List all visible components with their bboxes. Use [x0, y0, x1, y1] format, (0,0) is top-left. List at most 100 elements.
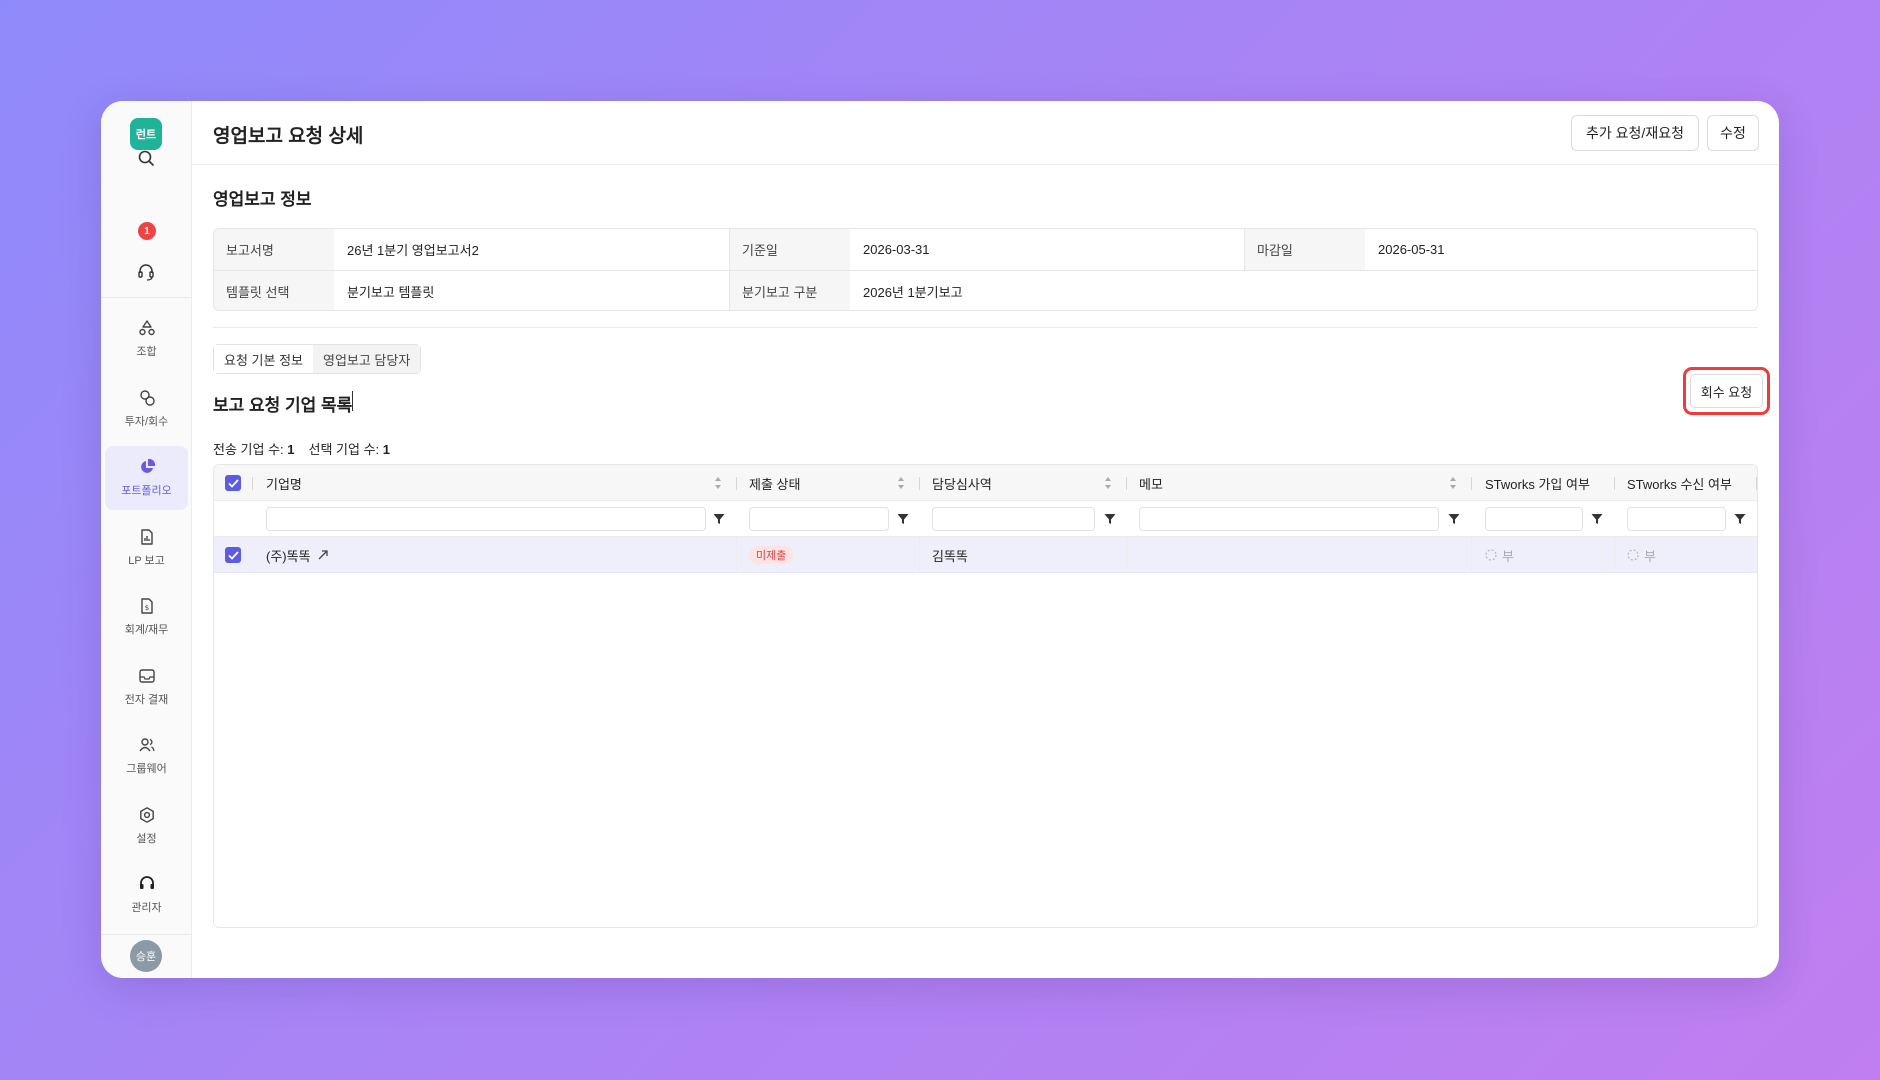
sidebar-item-label: 회계/재무 — [124, 624, 169, 636]
header-separator — [252, 477, 253, 490]
sidebar-item-investment[interactable]: 투자/회수 — [105, 377, 188, 441]
filter-icon[interactable] — [1734, 513, 1746, 525]
reviewer-cell: 김똑똑 — [932, 548, 968, 564]
sidebar-item-settings[interactable]: 설정 — [105, 794, 188, 858]
col-memo-header[interactable]: 메모 — [1139, 465, 1163, 501]
notification-badge[interactable]: 1 — [138, 222, 156, 240]
column-separator — [1126, 537, 1127, 573]
joined-value: 부 — [1502, 548, 1514, 564]
grid-header: 기업명 제출 상태 담당심사역 메모 STworks 가입 여부 STworks… — [214, 465, 1757, 501]
table-row[interactable]: (주)똑똑 미제출 김똑똑 부 부 — [214, 537, 1757, 573]
received-cell: 부 — [1627, 537, 1656, 573]
company-filter-input[interactable] — [266, 507, 706, 531]
header-separator — [1614, 477, 1615, 490]
sidebar-item-admin[interactable]: 관리자 — [105, 863, 188, 927]
recall-highlight: 회수 요청 — [1683, 367, 1770, 415]
search-icon[interactable] — [131, 143, 161, 173]
sidebar-item-label: LP 보고 — [128, 555, 165, 567]
header-separator — [1756, 477, 1757, 490]
external-link-icon[interactable] — [317, 549, 329, 561]
sort-icon[interactable] — [897, 476, 905, 490]
received-value: 부 — [1644, 548, 1656, 564]
sidebar-item-label: 포트폴리오 — [121, 485, 172, 497]
info-label: 분기보고 구분 — [730, 271, 850, 310]
recall-request-button[interactable]: 회수 요청 — [1689, 374, 1764, 408]
status-filter-input[interactable] — [749, 507, 889, 531]
sidebar: 런트 1 조합 투자/회수 포트폴리오 LP 보고 $ 회계/재무 전자 결재 … — [101, 101, 192, 978]
col-received-header[interactable]: STworks 수신 여부 — [1627, 465, 1732, 501]
svg-text:$: $ — [144, 604, 148, 612]
inbox-icon — [138, 669, 155, 683]
header-separator — [736, 477, 737, 490]
joined-filter-input[interactable] — [1485, 507, 1583, 531]
sidebar-item-fund[interactable]: 조합 — [105, 307, 188, 371]
app-window: 런트 1 조합 투자/회수 포트폴리오 LP 보고 $ 회계/재무 전자 결재 … — [101, 101, 1779, 978]
sidebar-divider — [101, 297, 192, 298]
finance-file-icon: $ — [140, 598, 153, 614]
page-title: 영업보고 요청 상세 — [213, 126, 364, 147]
header-separator — [919, 477, 920, 490]
check-icon — [227, 478, 239, 488]
sort-icon[interactable] — [1104, 476, 1112, 490]
admin-headset-icon — [139, 876, 154, 889]
info-row: 보고서명 26년 1분기 영업보고서2 기준일 2026-03-31 마감일 2… — [214, 229, 1757, 270]
report-file-icon — [140, 529, 153, 545]
received-filter-input[interactable] — [1627, 507, 1726, 531]
info-label: 보고서명 — [214, 229, 334, 270]
row-checkbox[interactable] — [225, 547, 241, 563]
info-section-title: 영업보고 정보 — [213, 190, 312, 209]
headset-icon[interactable] — [131, 257, 161, 287]
loading-spinner-icon — [1485, 549, 1497, 561]
filter-icon[interactable] — [1448, 513, 1460, 525]
filter-icon[interactable] — [1104, 513, 1116, 525]
header-separator — [1126, 477, 1127, 490]
sent-count-value: 1 — [287, 442, 295, 457]
edit-button[interactable]: 수정 — [1707, 115, 1759, 151]
col-status-header[interactable]: 제출 상태 — [749, 465, 800, 501]
info-value: 2026-03-31 — [863, 242, 930, 257]
sidebar-item-lp-report[interactable]: LP 보고 — [105, 516, 188, 580]
tab-report-manager[interactable]: 영업보고 담당자 — [312, 345, 421, 373]
sidebar-divider — [101, 934, 192, 935]
tab-request-info[interactable]: 요청 기본 정보 — [214, 345, 313, 373]
avatar[interactable]: 승훈 — [130, 940, 162, 972]
info-table: 보고서명 26년 1분기 영업보고서2 기준일 2026-03-31 마감일 2… — [213, 228, 1758, 311]
col-reviewer-header[interactable]: 담당심사역 — [932, 465, 992, 501]
filter-icon[interactable] — [713, 513, 725, 525]
sidebar-item-groupware[interactable]: 그룹웨어 — [105, 724, 188, 788]
company-name[interactable]: (주)똑똑 — [266, 546, 311, 565]
sidebar-item-portfolio[interactable]: 포트폴리오 — [105, 446, 188, 510]
info-label: 기준일 — [730, 229, 850, 270]
gear-icon — [139, 807, 154, 823]
sent-count: 전송 기업 수: 1 — [213, 439, 295, 458]
sidebar-item-accounting[interactable]: $ 회계/재무 — [105, 585, 188, 649]
reviewer-filter-input[interactable] — [932, 507, 1095, 531]
info-label: 템플릿 선택 — [214, 271, 334, 310]
col-company-header[interactable]: 기업명 — [266, 465, 302, 501]
memo-filter-input[interactable] — [1139, 507, 1439, 531]
sidebar-item-label: 그룹웨어 — [126, 763, 167, 775]
column-separator — [1614, 537, 1615, 573]
info-row: 템플릿 선택 분기보고 템플릿 분기보고 구분 2026년 1분기보고 — [214, 270, 1757, 310]
sort-icon[interactable] — [714, 476, 722, 490]
info-value: 26년 1분기 영업보고서2 — [347, 243, 479, 258]
section-divider — [213, 327, 1758, 328]
company-cell[interactable]: (주)똑똑 — [266, 537, 329, 573]
additional-request-button[interactable]: 추가 요청/재요청 — [1571, 115, 1699, 151]
sort-icon[interactable] — [1449, 476, 1457, 490]
select-all-checkbox[interactable] — [225, 475, 241, 491]
count-summary: 전송 기업 수: 1 선택 기업 수: 1 — [213, 439, 390, 458]
status-badge: 미제출 — [749, 546, 794, 564]
info-value: 분기보고 템플릿 — [347, 284, 435, 300]
col-joined-header[interactable]: STworks 가입 여부 — [1485, 465, 1590, 501]
filter-icon[interactable] — [897, 513, 909, 525]
text-cursor — [352, 391, 353, 411]
check-icon — [227, 550, 239, 560]
column-separator — [736, 537, 737, 573]
info-value: 2026년 1분기보고 — [863, 284, 963, 300]
page-header: 영업보고 요청 상세 추가 요청/재요청 수정 — [192, 101, 1779, 165]
sidebar-item-approval[interactable]: 전자 결재 — [105, 655, 188, 719]
selected-count-label: 선택 기업 수: — [308, 442, 380, 457]
filter-icon[interactable] — [1591, 513, 1603, 525]
company-grid: 기업명 제출 상태 담당심사역 메모 STworks 가입 여부 STworks… — [213, 464, 1758, 928]
